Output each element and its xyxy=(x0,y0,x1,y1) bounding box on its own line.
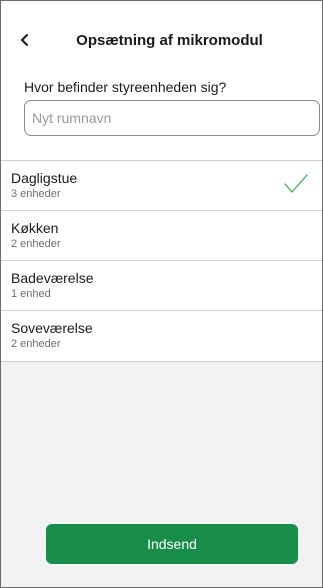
room-item-sovevaerelse[interactable]: Soveværelse 2 enheder xyxy=(1,310,322,362)
location-question: Hvor befinder styreenheden sig? xyxy=(24,79,227,95)
chevron-left-icon xyxy=(21,34,28,46)
room-device-count: 2 enheder xyxy=(11,238,61,250)
page-title: Opsætning af mikromodul xyxy=(76,32,263,49)
room-device-count: 2 enheder xyxy=(11,338,61,350)
new-room-name-input[interactable] xyxy=(24,100,320,136)
room-item-badevaerelse[interactable]: Badeværelse 1 enhed xyxy=(1,260,322,310)
room-name: Dagligstue xyxy=(11,170,78,186)
room-list: Dagligstue 3 enheder Køkken 2 enheder Ba… xyxy=(1,160,322,362)
app-screen: Opsætning af mikromodul Hvor befinder st… xyxy=(0,0,323,588)
room-name: Soveværelse xyxy=(11,320,93,336)
room-name: Badeværelse xyxy=(11,270,94,286)
room-item-dagligstue[interactable]: Dagligstue 3 enheder xyxy=(1,160,322,210)
room-item-kokken[interactable]: Køkken 2 enheder xyxy=(1,210,322,260)
submit-button[interactable]: Indsend xyxy=(46,524,298,564)
app-header: Opsætning af mikromodul xyxy=(1,23,322,59)
room-device-count: 3 enheder xyxy=(11,188,61,200)
room-device-count: 1 enhed xyxy=(11,288,51,300)
checkmark-icon xyxy=(284,174,308,193)
form-section: Opsætning af mikromodul Hvor befinder st… xyxy=(1,1,322,161)
back-button[interactable] xyxy=(13,27,39,53)
room-name: Køkken xyxy=(11,220,59,236)
